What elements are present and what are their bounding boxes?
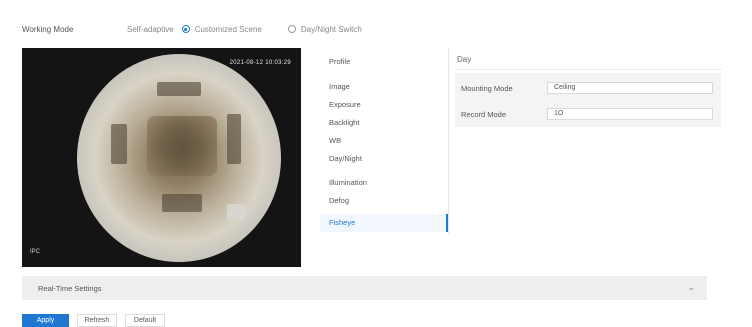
working-mode-label: Working Mode [22,24,74,34]
radio-customized-scene[interactable]: Customized Scene [181,24,262,34]
self-adaptive-label: Self-adaptive [127,24,174,34]
menu-active-indicator [446,214,448,232]
realtime-settings-title: Real-Time Settings [38,284,102,293]
osd-camera-label: IPC [30,249,41,255]
fisheye-detail [227,204,245,220]
mounting-mode-select[interactable]: Ceiling [547,82,713,94]
chevron-down-icon[interactable]: ⌄ [687,282,695,293]
record-mode-label: Record Mode [461,110,507,119]
realtime-settings-bar[interactable]: Real-Time Settings ⌄ [22,276,707,300]
fisheye-detail [157,82,201,96]
menu-item-illumination[interactable]: Illumination [329,178,367,187]
menu-item-day-night[interactable]: Day/Night [329,154,362,163]
profile-value: Day [457,55,472,64]
fisheye-detail [111,124,127,164]
menu-item-defog[interactable]: Defog [329,196,349,205]
fisheye-detail [227,114,241,164]
radio-day-night-switch-label: Day/Night Switch [300,24,362,34]
radio-unselected-icon[interactable] [287,25,296,33]
settings-menu: Profile Image Exposure Backlight WB Day/… [320,48,449,234]
apply-button[interactable]: Apply [22,314,69,327]
refresh-button[interactable]: Refresh [77,314,117,327]
fisheye-image [77,54,281,262]
menu-item-backlight[interactable]: Backlight [329,118,359,127]
fisheye-detail [162,194,202,212]
menu-item-wb[interactable]: WB [329,136,341,145]
fisheye-center [147,116,217,176]
fisheye-params-panel: Mounting Mode Ceiling Record Mode 1O [455,73,721,127]
menu-item-fisheye[interactable]: Fisheye [329,218,355,227]
radio-customized-scene-label: Customized Scene [194,24,262,34]
record-mode-select[interactable]: 1O [547,108,713,120]
radio-day-night-switch[interactable]: Day/Night Switch [287,24,362,34]
default-button[interactable]: Default [125,314,165,327]
radio-selected-icon[interactable] [181,25,190,33]
menu-item-exposure[interactable]: Exposure [329,100,361,109]
menu-item-image[interactable]: Image [329,82,350,91]
menu-profile-label: Profile [329,57,351,66]
working-mode-row: Working Mode Self-adaptive Customized Sc… [22,21,722,37]
action-buttons: Apply Refresh Default [22,314,173,327]
mounting-mode-label: Mounting Mode [461,84,513,93]
live-preview[interactable]: 2021-08-12 10:03:29 IPC [22,48,301,267]
osd-timestamp: 2021-08-12 10:03:29 [229,60,291,66]
profile-select[interactable]: Day [455,51,722,70]
